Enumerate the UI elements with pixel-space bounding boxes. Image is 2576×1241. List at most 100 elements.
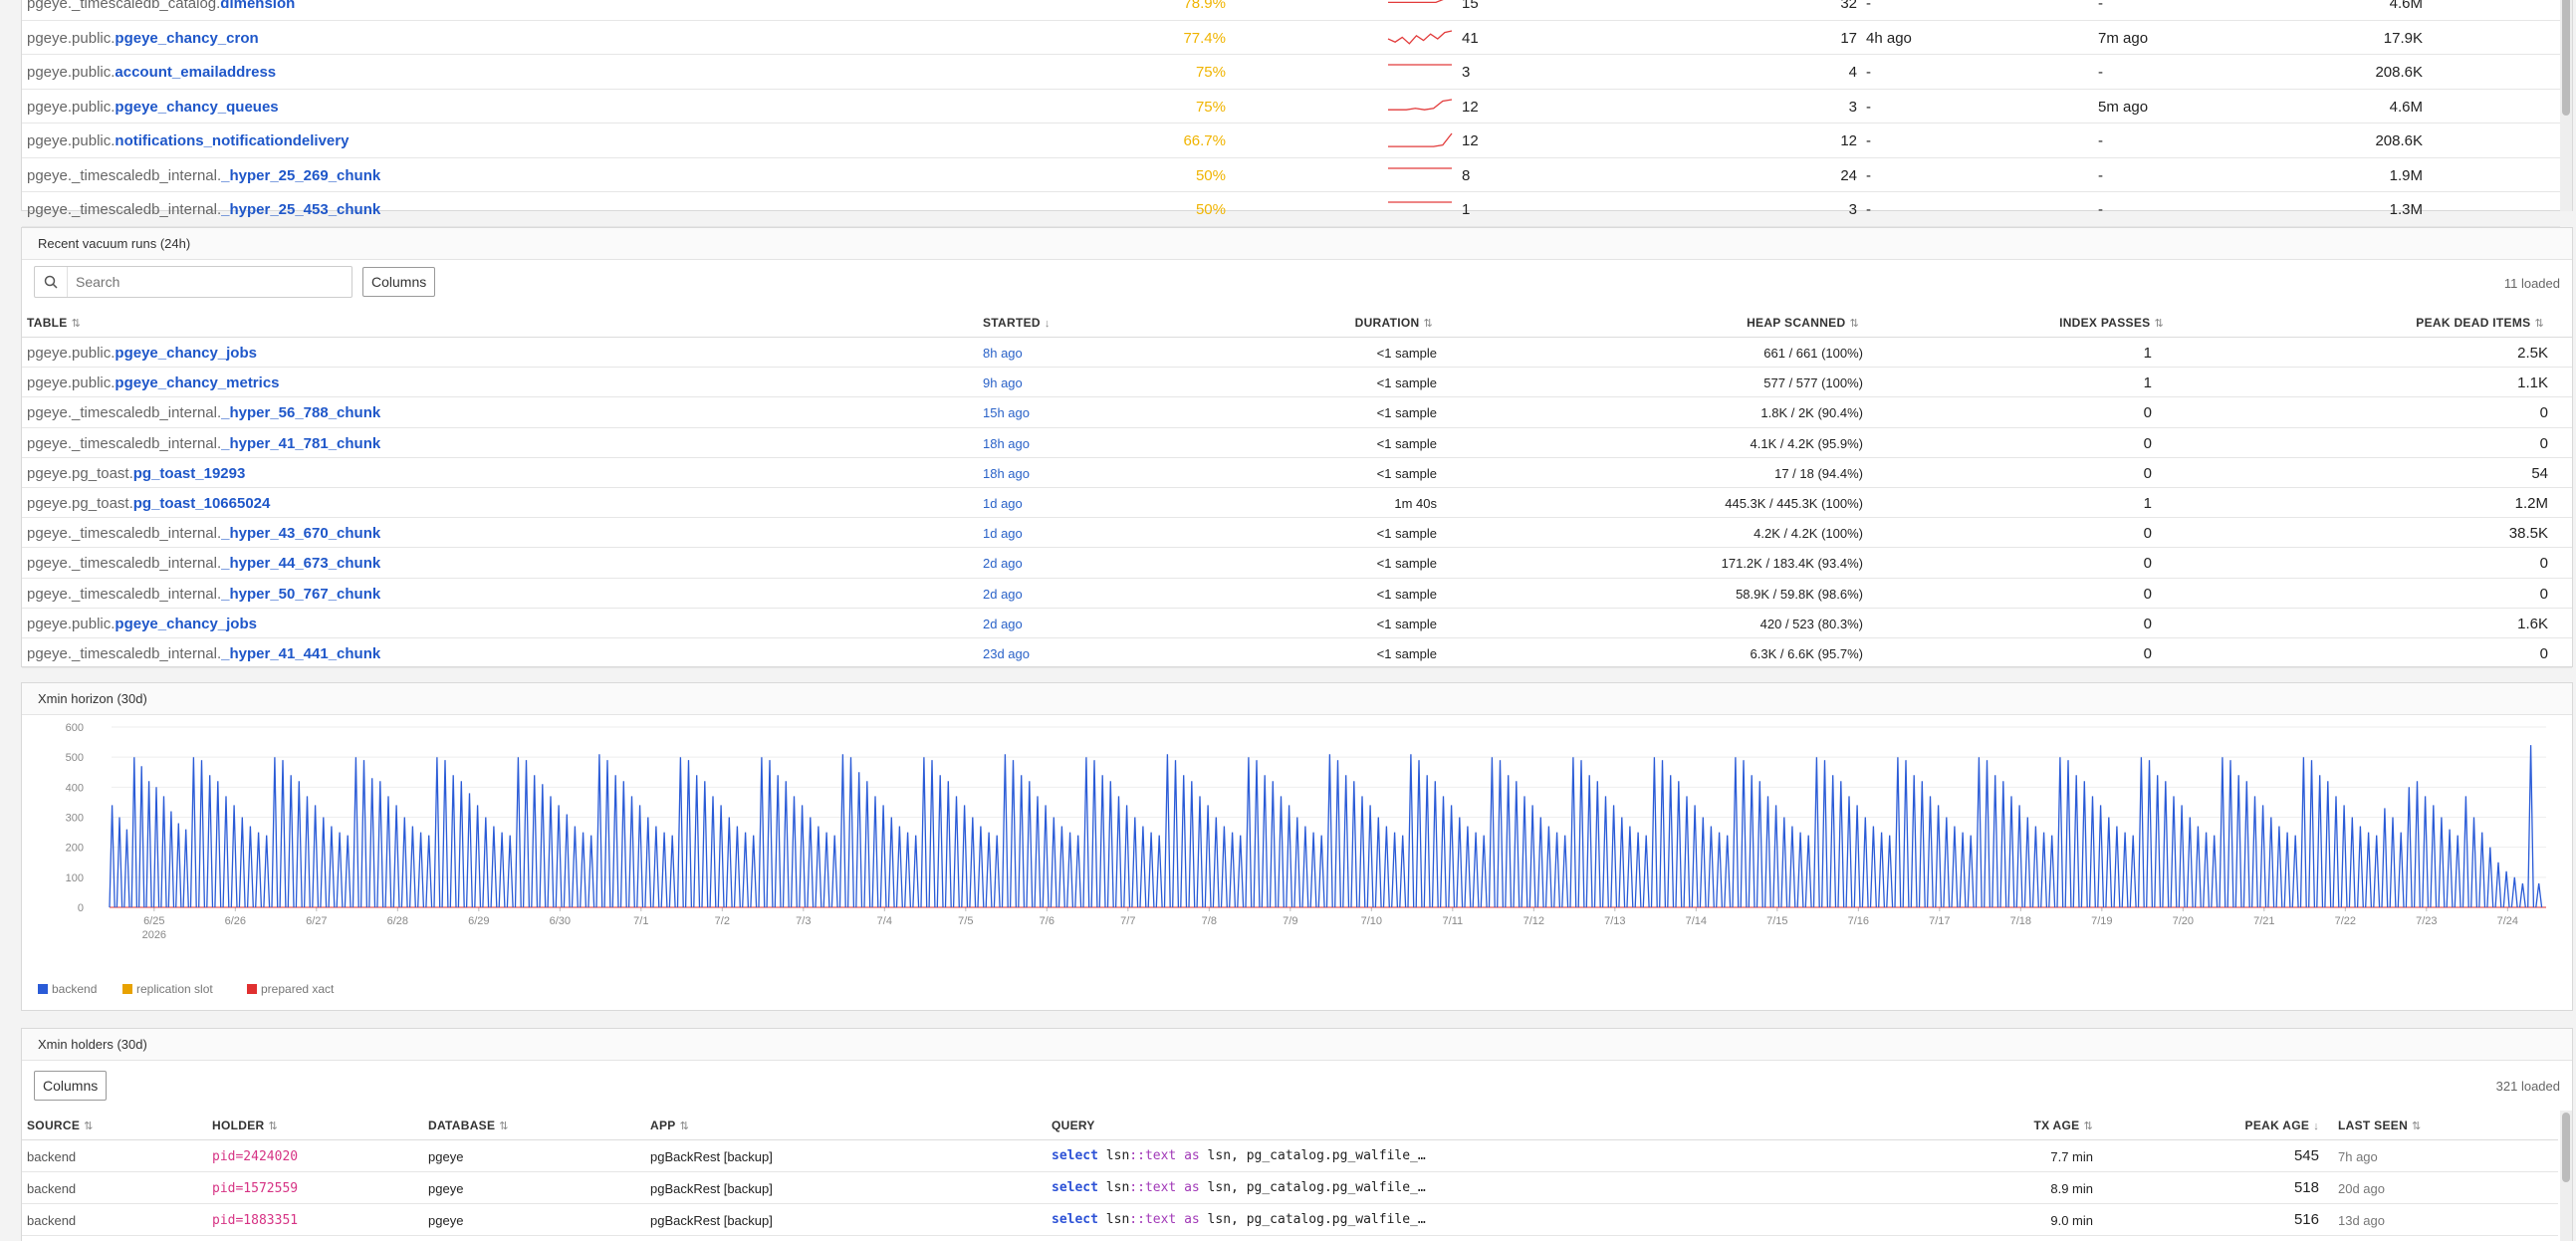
column-header-peak-age[interactable]: PEAK AGE ↓ <box>2245 1118 2319 1132</box>
table-row[interactable]: pgeye.pg_toast.pg_toast_19293 18h ago <1 s… <box>22 458 2572 488</box>
started-link[interactable]: 2d ago <box>983 617 1023 631</box>
table-name-link[interactable]: _hyper_41_441_chunk <box>221 645 380 662</box>
table-name-cell[interactable]: pgeye.public.notifications_notificationd… <box>27 132 349 149</box>
started-cell[interactable]: 18h ago <box>983 436 1030 451</box>
column-header-heap-scanned[interactable]: HEAP SCANNED ⇅ <box>1747 316 1859 330</box>
table-name-cell[interactable]: pgeye.pg_toast.pg_toast_10665024 <box>27 495 270 512</box>
vacuum-search-input[interactable] <box>67 267 350 297</box>
started-cell[interactable]: 18h ago <box>983 466 1030 481</box>
column-header-peak-dead-items[interactable]: PEAK DEAD ITEMS ⇅ <box>2416 316 2544 330</box>
started-link[interactable]: 8h ago <box>983 346 1023 361</box>
started-link[interactable]: 15h ago <box>983 405 1030 420</box>
sort-icon[interactable]: ⇅ <box>2412 1120 2422 1132</box>
table-name-link[interactable]: _hyper_50_767_chunk <box>221 586 380 603</box>
legend-item-replication-slot[interactable]: replication slot <box>122 982 213 996</box>
table-row[interactable]: pgeye.pg_toast.pg_toast_10665024 1d ago 1m… <box>22 488 2572 519</box>
table-row[interactable]: pgeye._timescaledb_internal._hyper_41_44… <box>22 638 2572 669</box>
table-row[interactable]: backend pid=1572559 pgeye pgBackRest [backu… <box>22 1172 2558 1204</box>
sort-icon[interactable]: ↓ <box>1045 318 1051 330</box>
sort-icon[interactable]: ⇅ <box>84 1120 94 1132</box>
table-name-link[interactable]: _hyper_43_670_chunk <box>221 525 380 542</box>
column-header-holder[interactable]: HOLDER ⇅ <box>212 1118 278 1132</box>
table-name-link[interactable]: notifications_notificationdelivery <box>115 132 349 149</box>
holder-value[interactable]: pid=1572559 <box>212 1181 298 1196</box>
query-cell[interactable]: select lsn::text as lsn, pg_catalog.pg_w… <box>1052 1148 1426 1163</box>
sort-icon[interactable]: ⇅ <box>2534 318 2544 330</box>
vacuum-columns-button[interactable]: Columns <box>362 267 436 297</box>
sort-icon[interactable]: ⇅ <box>268 1120 278 1132</box>
table-name-link[interactable]: _hyper_41_781_chunk <box>221 435 380 452</box>
table-name-link[interactable]: pgeye_chancy_cron <box>115 30 258 47</box>
table-row[interactable]: backend pid=1883351 pgeye pgBackRest [backu… <box>22 1204 2558 1236</box>
table-row[interactable]: backend pid=2424020 pgeye pgBackRest [backu… <box>22 1140 2558 1172</box>
table-name-cell[interactable]: pgeye._timescaledb_internal._hyper_43_67… <box>27 525 380 542</box>
holder-value[interactable]: pid=1883351 <box>212 1213 298 1228</box>
query-cell[interactable]: select lsn::text as lsn, pg_catalog.pg_w… <box>1052 1180 1426 1195</box>
sort-icon[interactable]: ⇅ <box>2083 1120 2093 1132</box>
table-name-link[interactable]: pg_toast_10665024 <box>133 495 271 512</box>
started-cell[interactable]: 2d ago <box>983 617 1023 631</box>
sort-icon[interactable]: ↓ <box>2313 1120 2319 1132</box>
holders-scroll-thumb[interactable] <box>2562 1113 2570 1182</box>
table-row[interactable]: pgeye._timescaledb_internal._hyper_50_76… <box>22 579 2572 609</box>
legend-item-prepared-xact[interactable]: prepared xact <box>247 982 334 996</box>
started-link[interactable]: 18h ago <box>983 436 1030 451</box>
table-name-link[interactable]: pgeye_chancy_jobs <box>115 616 257 632</box>
table-name-cell[interactable]: pgeye.public.account_emailaddress <box>27 64 276 81</box>
table-name-cell[interactable]: pgeye.public.pgeye_chancy_jobs <box>27 616 257 632</box>
started-link[interactable]: 1d ago <box>983 526 1023 541</box>
column-header-table[interactable]: TABLE ⇅ <box>27 316 81 330</box>
sort-icon[interactable]: ⇅ <box>1423 318 1433 330</box>
top-table-scrollbar[interactable] <box>2560 0 2572 211</box>
table-name-cell[interactable]: pgeye._timescaledb_internal._hyper_50_76… <box>27 586 380 603</box>
table-name-cell[interactable]: pgeye.public.pgeye_chancy_jobs <box>27 345 257 362</box>
table-name-link[interactable]: pgeye_chancy_metrics <box>115 374 279 391</box>
table-row[interactable]: pgeye._timescaledb_internal._hyper_41_78… <box>22 428 2572 458</box>
table-name-cell[interactable]: pgeye._timescaledb_internal._hyper_41_44… <box>27 645 380 662</box>
started-cell[interactable]: 2d ago <box>983 556 1023 571</box>
column-header-app[interactable]: APP ⇅ <box>650 1118 689 1132</box>
holder-value[interactable]: pid=2424020 <box>212 1149 298 1164</box>
table-name-cell[interactable]: pgeye.public.pgeye_chancy_cron <box>27 30 259 47</box>
sort-icon[interactable]: ⇅ <box>72 318 82 330</box>
table-name-cell[interactable]: pgeye._timescaledb_catalog.dimension <box>27 0 295 12</box>
table-name-link[interactable]: _hyper_44_673_chunk <box>221 555 380 572</box>
started-cell[interactable]: 1d ago <box>983 496 1023 511</box>
table-name-cell[interactable]: pgeye._timescaledb_internal._hyper_44_67… <box>27 555 380 572</box>
column-header-duration[interactable]: DURATION ⇅ <box>1355 316 1433 330</box>
column-header-tx-age[interactable]: TX AGE ⇅ <box>2033 1118 2093 1132</box>
holder-cell[interactable]: pid=1883351 <box>212 1213 298 1228</box>
legend-item-backend[interactable]: backend <box>38 982 97 996</box>
table-row[interactable]: pgeye._timescaledb_internal._hyper_44_67… <box>22 548 2572 579</box>
column-header-database[interactable]: DATABASE ⇅ <box>428 1118 509 1132</box>
table-row[interactable]: pgeye._timescaledb_internal._hyper_43_67… <box>22 518 2572 549</box>
sort-icon[interactable]: ⇅ <box>2154 318 2164 330</box>
table-row[interactable]: backendpid=1864141pgeyepgBackRest [backu… <box>22 1236 2558 1241</box>
table-name-cell[interactable]: pgeye.public.pgeye_chancy_metrics <box>27 374 280 391</box>
table-name-link[interactable]: pgeye_chancy_jobs <box>115 345 257 362</box>
query-cell[interactable]: select lsn::text as lsn, pg_catalog.pg_w… <box>1052 1212 1426 1227</box>
table-name-link[interactable]: pg_toast_19293 <box>133 465 246 482</box>
started-link[interactable]: 9h ago <box>983 375 1023 390</box>
table-name-cell[interactable]: pgeye.pg_toast.pg_toast_19293 <box>27 465 245 482</box>
sort-icon[interactable]: ⇅ <box>680 1120 690 1132</box>
sort-icon[interactable]: ⇅ <box>499 1120 509 1132</box>
table-name-link[interactable]: dimension <box>220 0 295 12</box>
started-cell[interactable]: 9h ago <box>983 375 1023 390</box>
column-header-last-seen[interactable]: LAST SEEN ⇅ <box>2338 1118 2422 1132</box>
column-header-started[interactable]: STARTED ↓ <box>983 316 1051 330</box>
started-cell[interactable]: 1d ago <box>983 526 1023 541</box>
table-name-link[interactable]: _hyper_56_788_chunk <box>221 404 380 421</box>
table-name-link[interactable]: pgeye_chancy_queues <box>115 99 278 116</box>
vacuum-search-box[interactable] <box>34 266 352 298</box>
holder-cell[interactable]: pid=2424020 <box>212 1149 298 1164</box>
table-name-link[interactable]: account_emailaddress <box>115 64 276 81</box>
table-row[interactable]: pgeye._timescaledb_internal._hyper_56_78… <box>22 397 2572 428</box>
table-row[interactable]: pgeye.public.pgeye_chancy_jobs 2d ago <1 s… <box>22 609 2572 638</box>
column-header-source[interactable]: SOURCE ⇅ <box>27 1118 94 1132</box>
top-table-scroll-thumb[interactable] <box>2562 0 2570 116</box>
table-name-cell[interactable]: pgeye._timescaledb_internal._hyper_56_78… <box>27 404 380 421</box>
table-name-cell[interactable]: pgeye.public.pgeye_chancy_queues <box>27 99 279 116</box>
started-link[interactable]: 1d ago <box>983 496 1023 511</box>
started-link[interactable]: 2d ago <box>983 587 1023 602</box>
